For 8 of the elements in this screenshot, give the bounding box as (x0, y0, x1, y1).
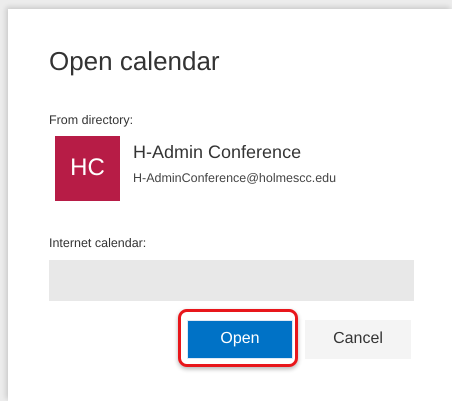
contact-name: H-Admin Conference (133, 140, 302, 163)
open-button[interactable]: Open (187, 320, 293, 358)
contact-email: H-AdminConference@holmescc.edu (133, 170, 336, 187)
avatar: HC (55, 136, 120, 201)
dialog-title: Open calendar (49, 45, 221, 78)
field-label: From directory: (49, 112, 134, 129)
field-label: Internet calendar: (49, 234, 148, 252)
cancel-button[interactable]: Cancel (305, 320, 411, 358)
